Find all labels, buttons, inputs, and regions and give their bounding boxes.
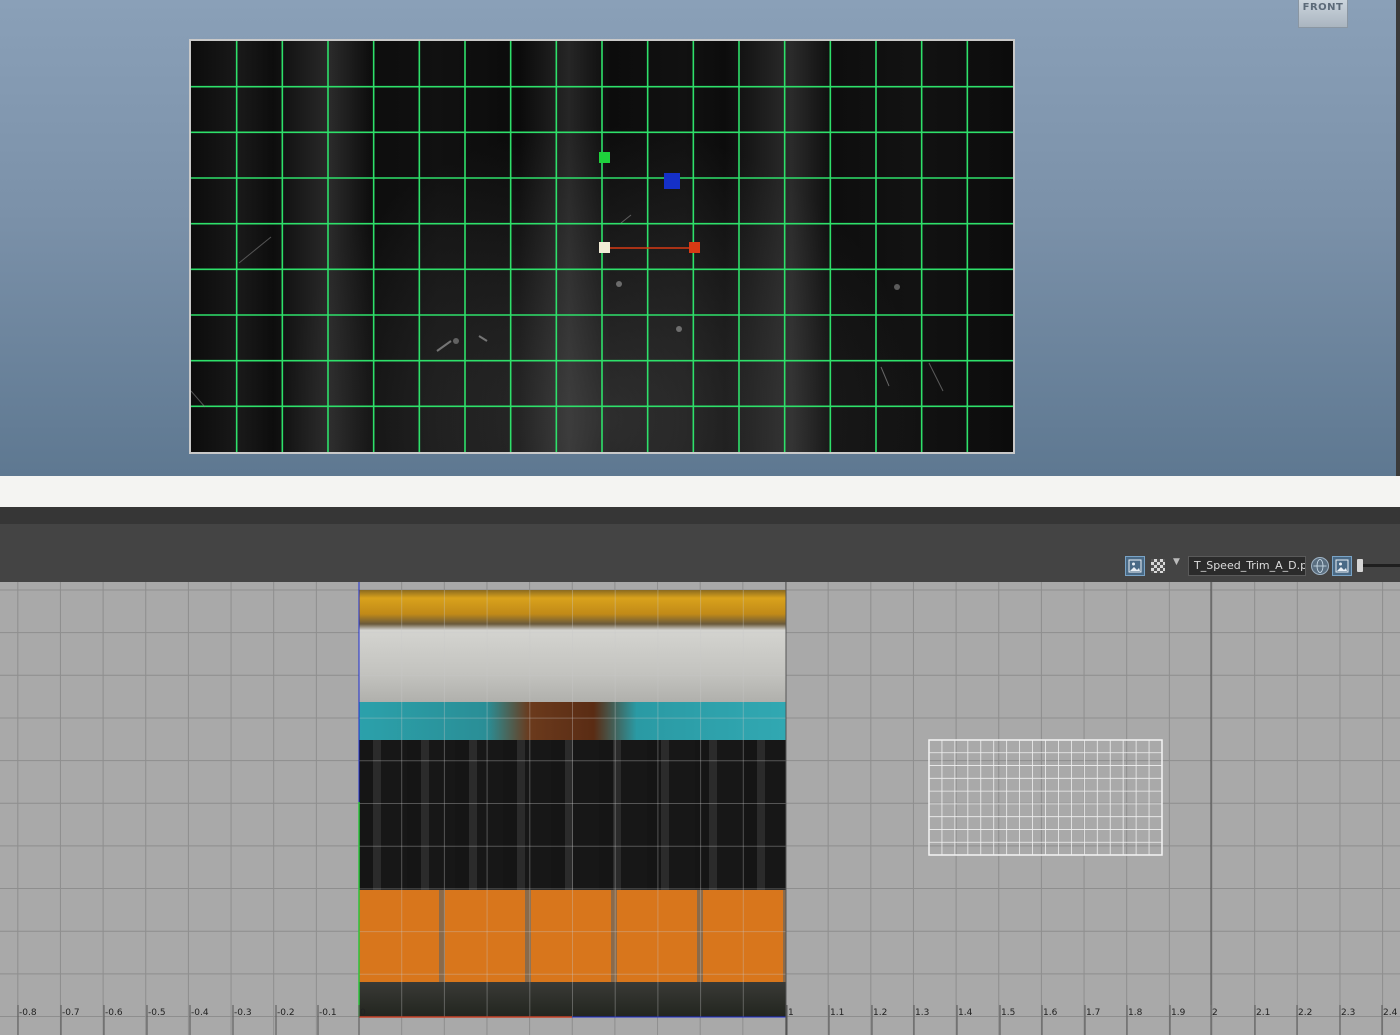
ruler-label: 2	[1212, 1008, 1218, 1018]
ruler-label: 1.2	[873, 1008, 887, 1018]
ruler-label: -0.6	[105, 1008, 123, 1018]
viewport-right-border	[1396, 0, 1400, 476]
ruler-label: -0.8	[19, 1008, 37, 1018]
panel-separator[interactable]	[0, 476, 1400, 507]
ruler-label: 1.5	[1001, 1008, 1015, 1018]
view-cube-front[interactable]: FRONT	[1298, 0, 1348, 28]
texture-name-field[interactable]: T_Speed_Trim_A_D.png	[1188, 556, 1306, 576]
image-icon	[1335, 559, 1349, 573]
exposure-slider-track[interactable]	[1360, 564, 1400, 567]
ruler-label: 0	[360, 1008, 366, 1018]
ruler-label: 1.1	[830, 1008, 844, 1018]
ruler-label: 1.7	[1086, 1008, 1100, 1018]
image-toggle-button[interactable]	[1125, 556, 1145, 576]
ruler-label: 1.9	[1171, 1008, 1186, 1018]
ruler-label: -0.2	[277, 1008, 295, 1018]
uv-editor-canvas[interactable]: -0.8 -0.7 -0.6 -0.5 -0.4 -0.3 -0.2 -0.1 0 1 1.1 1.2…	[0, 582, 1400, 1035]
checker-options-dropdown[interactable]: ▼	[1173, 557, 1180, 567]
ruler-label: -0.3	[234, 1008, 252, 1018]
ruler-label: -0.7	[62, 1008, 80, 1018]
color-space-icon	[1313, 559, 1327, 573]
checkerboard-toggle-button[interactable]	[1151, 559, 1165, 573]
manipulator-center-handle[interactable]	[599, 242, 610, 253]
ruler-label: 1.8	[1128, 1008, 1143, 1018]
uv-editor-menu-strip	[0, 507, 1400, 524]
manipulator-uv-plane-handle[interactable]	[664, 173, 680, 189]
ruler-label: 1	[788, 1008, 794, 1018]
ruler-label: 2.4	[1383, 1008, 1398, 1018]
display-image-button[interactable]	[1332, 556, 1352, 576]
manipulator-u-handle[interactable]	[689, 242, 700, 253]
ruler-label: 2.1	[1256, 1008, 1270, 1018]
front-viewport[interactable]: FRONT	[0, 0, 1400, 476]
ruler-label: 1.6	[1043, 1008, 1058, 1018]
uv-ruler: -0.8 -0.7 -0.6 -0.5 -0.4 -0.3 -0.2 -0.1 0 1 1.1 1.2…	[17, 1005, 1398, 1035]
ruler-label: 2.3	[1341, 1008, 1355, 1018]
globe-icon[interactable]	[1311, 557, 1329, 575]
ruler-label: -0.4	[191, 1008, 209, 1018]
ruler-label: -0.1	[319, 1008, 337, 1018]
ruler-label: 2.2	[1298, 1008, 1312, 1018]
selected-mesh-plane[interactable]	[189, 39, 1015, 454]
ruler-label: 1.4	[958, 1008, 973, 1018]
ruler-label: -0.5	[148, 1008, 166, 1018]
exposure-slider-knob[interactable]	[1357, 559, 1363, 572]
manipulator-v-handle[interactable]	[599, 152, 610, 163]
ruler-label: 1.3	[915, 1008, 929, 1018]
image-icon	[1128, 559, 1142, 573]
